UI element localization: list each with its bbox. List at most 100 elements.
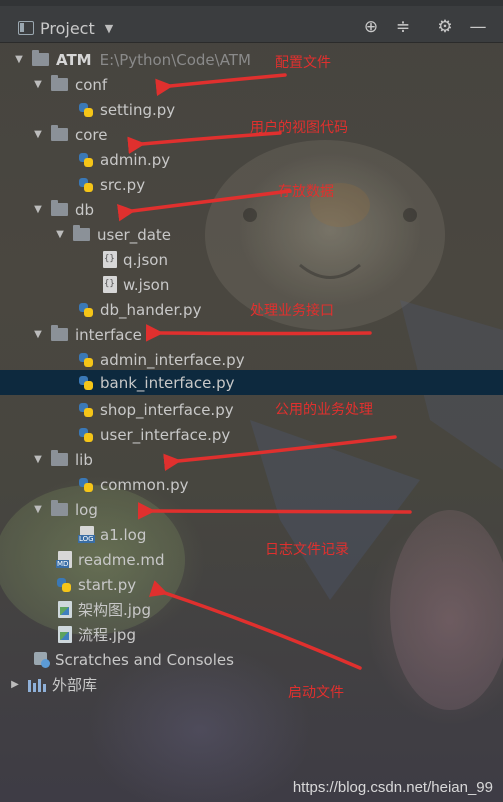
tree-row-external-libraries[interactable]: ▶ 外部库	[0, 672, 503, 697]
folder-label: user_date	[97, 225, 172, 244]
tree-row-bank-interface-py[interactable]: bank_interface.py	[0, 370, 503, 395]
annotation-db: 存放数据	[278, 184, 334, 200]
tree-row-root[interactable]: ▼ ATM E:\Python\Code\ATM	[0, 47, 503, 72]
project-view-selector[interactable]: Project ▼	[18, 17, 113, 39]
project-tool-window: Project ▼ ⊕ ≑ ⚙ — ▼ ATM E:\Python\Code\A…	[0, 0, 503, 802]
tree-row-a1-log[interactable]: a1.log	[0, 522, 503, 547]
annotation-start: 启动文件	[288, 685, 344, 701]
tree-row-common-py[interactable]: common.py	[0, 472, 503, 497]
tree-row-src-py[interactable]: src.py	[0, 172, 503, 197]
chevron-right-icon[interactable]: ▶	[10, 679, 20, 690]
file-label: user_interface.py	[100, 425, 231, 444]
header-top-strip	[0, 0, 503, 6]
python-file-icon	[78, 477, 94, 493]
tree-row-w-json[interactable]: w.json	[0, 272, 503, 297]
tree-row-q-json[interactable]: q.json	[0, 247, 503, 272]
tree-row-start-py[interactable]: start.py	[0, 572, 503, 597]
tree-row-admin-interface-py[interactable]: admin_interface.py	[0, 347, 503, 372]
image-file-icon	[58, 626, 72, 643]
folder-icon	[51, 200, 68, 216]
folder-icon	[51, 125, 68, 141]
folder-icon	[51, 325, 68, 341]
scratches-label: Scratches and Consoles	[55, 650, 234, 669]
python-file-icon	[78, 152, 94, 168]
file-label: db_hander.py	[100, 300, 202, 319]
log-file-icon	[78, 526, 95, 543]
crosshair-icon[interactable]: ⊕	[361, 17, 381, 37]
chevron-down-icon[interactable]: ▼	[33, 79, 43, 90]
markdown-file-icon	[56, 551, 72, 568]
chevron-down-icon[interactable]: ▼	[14, 54, 24, 65]
tool-window-header: Project ▼ ⊕ ≑ ⚙ —	[0, 0, 503, 43]
file-label: readme.md	[78, 550, 165, 569]
file-label: common.py	[100, 475, 189, 494]
tree-row-db[interactable]: ▼ db	[0, 197, 503, 222]
json-file-icon	[103, 251, 117, 268]
python-file-icon	[78, 427, 94, 443]
file-label: admin_interface.py	[100, 350, 245, 369]
tree-row-shop-interface-py[interactable]: shop_interface.py	[0, 397, 503, 422]
file-label: w.json	[123, 275, 170, 294]
json-file-icon	[103, 276, 117, 293]
collapse-icon[interactable]: ≑	[393, 17, 413, 37]
file-label: q.json	[123, 250, 168, 269]
project-window-icon	[18, 21, 34, 35]
chevron-down-icon[interactable]: ▼	[33, 454, 43, 465]
tree-row-flow-jpg[interactable]: 流程.jpg	[0, 622, 503, 647]
python-file-icon	[78, 302, 94, 318]
file-label: admin.py	[100, 150, 171, 169]
tree-row-admin-py[interactable]: admin.py	[0, 147, 503, 172]
folder-label: log	[75, 500, 98, 519]
folder-icon	[51, 450, 68, 466]
python-file-icon	[78, 102, 94, 118]
chevron-down-icon[interactable]: ▼	[55, 229, 65, 240]
tree-row-conf[interactable]: ▼ conf	[0, 72, 503, 97]
python-file-icon	[56, 577, 72, 593]
external-libraries-label: 外部库	[52, 676, 98, 694]
file-label: 流程.jpg	[78, 626, 136, 644]
tree-row-lib[interactable]: ▼ lib	[0, 447, 503, 472]
file-label: a1.log	[100, 525, 147, 544]
tree-row-user-date[interactable]: ▼ user_date	[0, 222, 503, 247]
folder-label: interface	[75, 325, 142, 344]
chevron-down-icon[interactable]: ▼	[33, 329, 43, 340]
folder-icon	[51, 75, 68, 91]
annotation-lib: 公用的业务处理	[275, 402, 373, 418]
tree-row-user-interface-py[interactable]: user_interface.py	[0, 422, 503, 447]
file-label: src.py	[100, 175, 146, 194]
chevron-down-icon[interactable]: ▼	[33, 204, 43, 215]
image-file-icon	[58, 601, 72, 618]
tree-row-scratches[interactable]: Scratches and Consoles	[0, 647, 503, 672]
tree-row-readme-md[interactable]: readme.md	[0, 547, 503, 572]
file-label: bank_interface.py	[100, 373, 235, 392]
python-file-icon	[78, 177, 94, 193]
chevron-down-icon[interactable]: ▼	[105, 22, 113, 35]
python-file-icon	[78, 402, 94, 418]
root-path: E:\Python\Code\ATM	[99, 50, 251, 69]
panel-title: Project	[40, 18, 95, 38]
library-icon	[28, 678, 46, 692]
python-file-icon	[78, 352, 94, 368]
gear-icon[interactable]: ⚙	[435, 17, 455, 37]
file-label: 架构图.jpg	[78, 601, 151, 619]
folder-label: db	[75, 200, 95, 219]
folder-label: lib	[75, 450, 93, 469]
folder-label: core	[75, 125, 108, 144]
annotation-log: 日志文件记录	[265, 542, 349, 558]
tree-row-log[interactable]: ▼ log	[0, 497, 503, 522]
watermark: https://blog.csdn.net/heian_99	[292, 779, 493, 796]
scratches-icon	[33, 651, 51, 668]
folder-label: conf	[75, 75, 108, 94]
folder-icon	[51, 500, 68, 516]
file-label: shop_interface.py	[100, 400, 234, 419]
folder-icon	[73, 225, 90, 241]
root-folder-name: ATM	[56, 50, 92, 69]
file-label: start.py	[78, 575, 137, 594]
tree-row-arch-jpg[interactable]: 架构图.jpg	[0, 597, 503, 622]
tree-row-interface[interactable]: ▼ interface	[0, 322, 503, 347]
chevron-down-icon[interactable]: ▼	[33, 129, 43, 140]
chevron-down-icon[interactable]: ▼	[33, 504, 43, 515]
minimize-icon[interactable]: —	[468, 17, 488, 37]
annotation-conf: 配置文件	[275, 55, 331, 71]
folder-icon	[32, 50, 49, 66]
